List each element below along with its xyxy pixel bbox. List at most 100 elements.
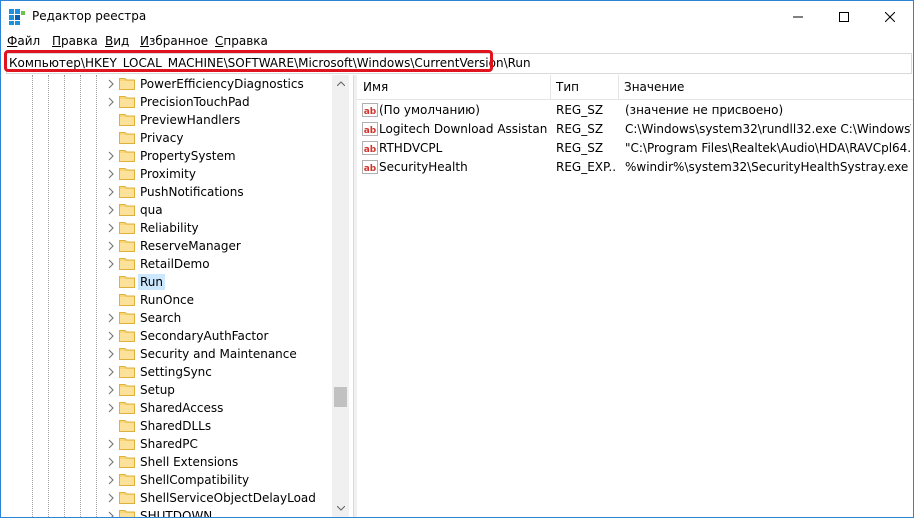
tree-item[interactable]: Privacy	[1, 129, 331, 147]
tree-item-label[interactable]: SharedPC	[138, 436, 200, 452]
chevron-right-icon[interactable]	[107, 187, 115, 197]
chevron-right-icon[interactable]	[107, 241, 115, 251]
tree-item-label[interactable]: PushNotifications	[138, 184, 246, 200]
chevron-right-icon[interactable]	[107, 349, 115, 359]
tree-item[interactable]: RetailDemo	[1, 255, 331, 273]
value-row[interactable]: ab SecurityHealth REG_EXP... %windir%\syste…	[357, 158, 913, 176]
tree-item-label[interactable]: Security and Maintenance	[138, 346, 299, 362]
menu-file[interactable]: Файл	[7, 34, 40, 48]
chevron-right-icon[interactable]	[107, 511, 115, 517]
tree-item-label[interactable]: SharedAccess	[138, 400, 225, 416]
tree-item-label[interactable]: SHUTDOWN	[138, 508, 214, 517]
tree-item-label[interactable]: PowerEfficiencyDiagnostics	[138, 76, 306, 92]
minimize-button[interactable]	[775, 1, 821, 32]
tree-item-label[interactable]: SecondaryAuthFactor	[138, 328, 270, 344]
value-name[interactable]: RTHDVCPL	[379, 140, 547, 156]
value-name[interactable]: (По умолчанию)	[379, 102, 547, 118]
tree-item-label[interactable]: Search	[138, 310, 183, 326]
tree-item-label[interactable]: PrecisionTouchPad	[138, 94, 252, 110]
column-separator[interactable]	[618, 75, 619, 99]
value-row[interactable]: ab (По умолчанию) REG_SZ (значение не присв…	[357, 101, 913, 119]
chevron-right-icon[interactable]	[107, 223, 115, 233]
tree-item[interactable]: ShellServiceObjectDelayLoad	[1, 489, 331, 507]
address-path[interactable]: Компьютер\HKEY_LOCAL_MACHINE\SOFTWARE\Mi…	[9, 56, 531, 70]
tree-item[interactable]: PreviewHandlers	[1, 111, 331, 129]
tree-item-label[interactable]: qua	[138, 202, 165, 218]
column-header-type[interactable]: Тип	[556, 80, 579, 94]
address-bar[interactable]: Компьютер\HKEY_LOCAL_MACHINE\SOFTWARE\Mi…	[6, 53, 912, 74]
tree-item-label[interactable]: Run	[138, 274, 166, 290]
tree-item-label[interactable]: ShellCompatibility	[138, 472, 251, 488]
menu-view[interactable]: Вид	[105, 34, 129, 48]
tree-item[interactable]: Setup	[1, 381, 331, 399]
menu-edit[interactable]: Правка	[52, 34, 98, 48]
tree-item-label[interactable]: Setup	[138, 382, 177, 398]
tree-item[interactable]: Shell Extensions	[1, 453, 331, 471]
values-list[interactable]: Имя Тип Значение ab (По умолчанию) REG_SZ(…	[357, 75, 913, 517]
title-bar[interactable]: Редактор реестра	[1, 1, 913, 32]
chevron-right-icon[interactable]	[107, 475, 115, 485]
chevron-right-icon[interactable]	[107, 79, 115, 89]
tree-item[interactable]: Proximity	[1, 165, 331, 183]
chevron-right-icon[interactable]	[107, 403, 115, 413]
menu-favorites[interactable]: Избранное	[140, 34, 208, 48]
tree-item[interactable]: ShellCompatibility	[1, 471, 331, 489]
registry-tree[interactable]: PowerEfficiencyDiagnostics PrecisionTouch…	[1, 75, 349, 517]
tree-item[interactable]: PushNotifications	[1, 183, 331, 201]
tree-item[interactable]: Search	[1, 309, 331, 327]
tree-item-label[interactable]: Reliability	[138, 220, 201, 236]
chevron-right-icon[interactable]	[107, 97, 115, 107]
tree-item[interactable]: SHUTDOWN	[1, 507, 331, 517]
menu-help[interactable]: Справка	[215, 34, 268, 48]
scroll-thumb[interactable]	[334, 387, 347, 407]
tree-item-label[interactable]: Shell Extensions	[138, 454, 240, 470]
value-row[interactable]: ab Logitech Download Assistant REG_SZ C:\Wi…	[357, 120, 913, 138]
chevron-right-icon[interactable]	[107, 313, 115, 323]
tree-item[interactable]: qua	[1, 201, 331, 219]
tree-item[interactable]: SharedAccess	[1, 399, 331, 417]
chevron-right-icon[interactable]	[107, 385, 115, 395]
chevron-right-icon[interactable]	[107, 151, 115, 161]
close-button[interactable]	[867, 1, 913, 32]
tree-scrollbar[interactable]	[332, 75, 349, 517]
tree-item-label[interactable]: PropertySystem	[138, 148, 238, 164]
value-row[interactable]: ab RTHDVCPL REG_SZ "C:\Program Files\Realte…	[357, 139, 913, 157]
tree-item-label[interactable]: RunOnce	[138, 292, 196, 308]
tree-item-label[interactable]: Privacy	[138, 130, 185, 146]
maximize-button[interactable]	[821, 1, 867, 32]
value-name[interactable]: SecurityHealth	[379, 159, 547, 175]
tree-item[interactable]: RunOnce	[1, 291, 331, 309]
chevron-right-icon[interactable]	[107, 169, 115, 179]
value-name[interactable]: Logitech Download Assistant	[379, 121, 547, 137]
tree-item-label[interactable]: Proximity	[138, 166, 198, 182]
tree-item[interactable]: Reliability	[1, 219, 331, 237]
chevron-right-icon[interactable]	[107, 493, 115, 503]
tree-item-label[interactable]: ReserveManager	[138, 238, 243, 254]
scroll-up-button[interactable]	[332, 75, 349, 92]
tree-item[interactable]: SecondaryAuthFactor	[1, 327, 331, 345]
chevron-right-icon[interactable]	[107, 367, 115, 377]
chevron-right-icon[interactable]	[107, 331, 115, 341]
tree-item[interactable]: PrecisionTouchPad	[1, 93, 331, 111]
chevron-right-icon[interactable]	[107, 439, 115, 449]
column-separator[interactable]	[550, 75, 551, 99]
tree-item[interactable]: SettingSync	[1, 363, 331, 381]
tree-item[interactable]: SharedDLLs	[1, 417, 331, 435]
tree-item-label[interactable]: PreviewHandlers	[138, 112, 242, 128]
chevron-right-icon[interactable]	[107, 457, 115, 467]
scroll-down-button[interactable]	[332, 500, 349, 517]
column-header-name[interactable]: Имя	[363, 80, 388, 94]
tree-item[interactable]: SharedPC	[1, 435, 331, 453]
tree-item-label[interactable]: SettingSync	[138, 364, 214, 380]
tree-item-label[interactable]: ShellServiceObjectDelayLoad	[138, 490, 318, 506]
tree-item[interactable]: PropertySystem	[1, 147, 331, 165]
tree-item[interactable]: ReserveManager	[1, 237, 331, 255]
tree-item-label[interactable]: SharedDLLs	[138, 418, 213, 434]
column-header-data[interactable]: Значение	[624, 80, 684, 94]
tree-item[interactable]: Run	[1, 273, 331, 291]
chevron-right-icon[interactable]	[107, 205, 115, 215]
tree-item[interactable]: PowerEfficiencyDiagnostics	[1, 75, 331, 93]
tree-item-label[interactable]: RetailDemo	[138, 256, 212, 272]
tree-item[interactable]: Security and Maintenance	[1, 345, 331, 363]
chevron-right-icon[interactable]	[107, 259, 115, 269]
